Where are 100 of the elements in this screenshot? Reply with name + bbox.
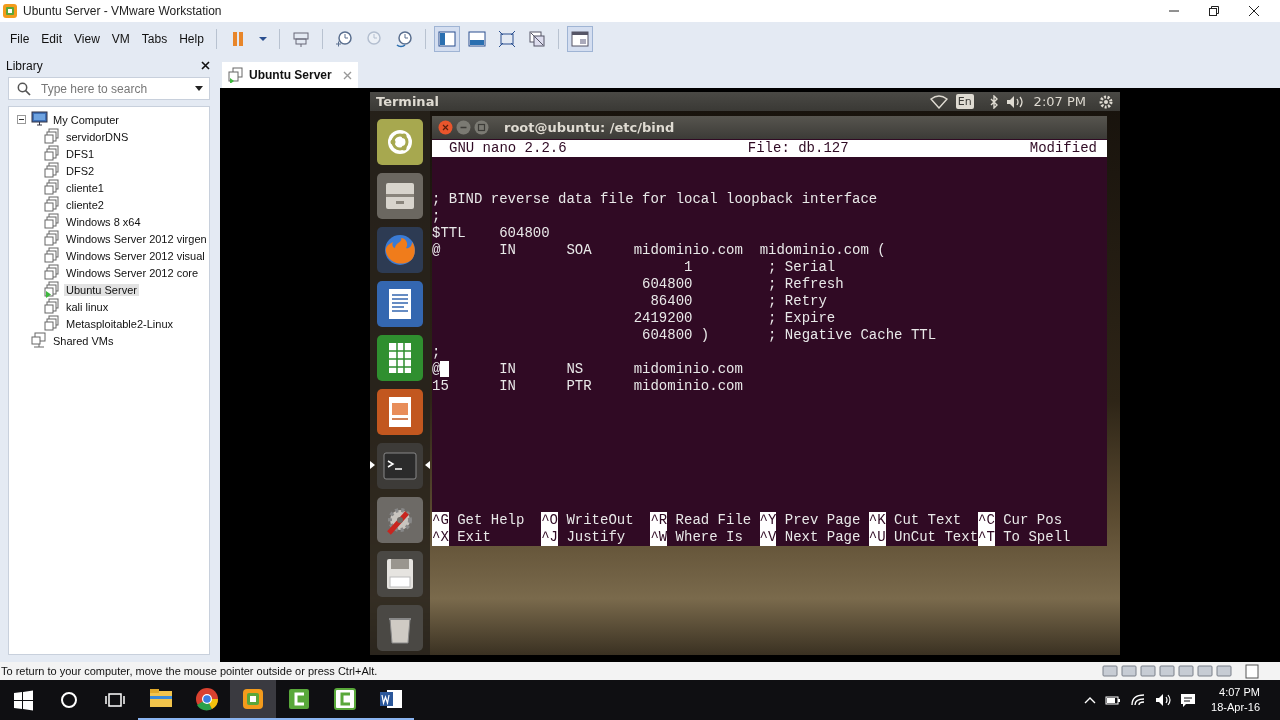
chevron-up-icon[interactable]	[1084, 696, 1097, 704]
time-text: 4:07 PM	[1219, 685, 1260, 700]
tree-item[interactable]: Windows Server 2012 visual	[64, 249, 207, 262]
code-line: $TTL 604800	[432, 225, 551, 242]
tree-item[interactable]: servidorDNS	[64, 130, 131, 143]
library-view-icon	[436, 28, 457, 49]
terminal-launcher-icon	[377, 443, 423, 489]
shortcut-key: ^G	[432, 512, 449, 529]
code-line: @ IN NS midominio.com	[432, 361, 744, 378]
nano-version: GNU nano 2.2.6	[449, 140, 567, 157]
code-line: 604800 ) ; Negative Cache TTL	[641, 327, 938, 344]
notification-icon[interactable]	[1180, 692, 1197, 708]
shortcut-key: ^X	[432, 529, 449, 546]
shortcut-key: ^U	[868, 529, 886, 546]
snapshot-manager-icon	[393, 28, 414, 49]
menu-item[interactable]: Tabs	[135, 31, 174, 46]
window-title: Ubuntu Server - VMware Workstation	[23, 4, 223, 18]
tree-item[interactable]: DFS1	[64, 147, 97, 160]
shortcut-label: To Spell	[1003, 529, 1071, 546]
shortcut-key: ^R	[650, 512, 668, 529]
shortcut-label: Cut Text	[894, 512, 962, 529]
tree-item[interactable]: Windows 8 x64	[64, 215, 143, 228]
collapse-icon[interactable]	[17, 115, 26, 124]
tree-item[interactable]: cliente1	[64, 181, 106, 194]
status-message: To return to your computer, move the mouse pointer outside or press Ctrl+Alt.	[1, 665, 378, 677]
shortcut-key: ^O	[541, 512, 558, 529]
shortcut-key: ^V	[759, 529, 777, 546]
tree-item[interactable]: Windows Server 2012 core	[64, 266, 201, 279]
volume-icon[interactable]	[1005, 94, 1024, 109]
shortcut-label: Where Is	[675, 529, 743, 546]
terminal-title: root@ubuntu: /etc/bind	[504, 120, 675, 135]
files-launcher-icon	[377, 173, 423, 219]
volume-icon[interactable]	[1155, 693, 1172, 707]
library-view-button[interactable]	[433, 25, 460, 52]
shortcut-key: ^Y	[759, 512, 777, 529]
fullscreen-icon	[496, 28, 517, 49]
date-text: 18-Apr-16	[1211, 700, 1260, 715]
shortcut-label: Justify	[566, 529, 626, 546]
shortcut-key: ^T	[978, 529, 995, 546]
file-name: File: db.127	[747, 140, 849, 157]
restore-icon[interactable]	[1208, 5, 1220, 17]
bluetooth-icon[interactable]	[988, 94, 999, 109]
search-field[interactable]: Type here to search	[8, 77, 210, 100]
code-line: ; BIND reverse data file for local loopback interface	[432, 191, 879, 208]
clock[interactable]: 2:07 PM	[1033, 94, 1086, 109]
computer-icon	[31, 111, 48, 128]
menu-item[interactable]: VM	[105, 31, 136, 46]
tree-item[interactable]: My Computer	[51, 113, 122, 126]
vm-tab[interactable]: Ubuntu Server	[222, 62, 358, 88]
calc-launcher-icon	[377, 335, 423, 381]
minimize-icon[interactable]	[456, 120, 471, 135]
tree-item[interactable]: Shared VMs	[51, 334, 116, 347]
tree-item[interactable]: Windows Server 2012 virgen	[64, 232, 209, 245]
shortcut-label: Next Page	[784, 529, 861, 546]
shortcut-key: ^K	[868, 512, 886, 529]
shortcut-label: UnCut Text	[894, 529, 979, 546]
maximize-icon[interactable]	[474, 120, 489, 135]
shortcut-label: Prev Page	[784, 512, 861, 529]
dropdown-caret-icon[interactable]	[195, 86, 203, 91]
menu-item[interactable]: View	[68, 31, 106, 46]
app-title: Terminal	[376, 94, 440, 109]
close-icon[interactable]	[1248, 5, 1260, 17]
settings-icon[interactable]	[1098, 93, 1114, 110]
keyboard-layout-indicator[interactable]: En	[955, 94, 974, 109]
tree-item[interactable]: Ubuntu Server	[64, 283, 139, 296]
shortcut-label: Cur Pos	[1003, 512, 1063, 529]
wifi-icon[interactable]	[1130, 693, 1147, 707]
console-view-button[interactable]	[566, 25, 593, 52]
menu-item[interactable]: Help	[173, 31, 210, 46]
windows-start-icon[interactable]	[11, 688, 35, 712]
snapshot-take-icon	[333, 28, 354, 49]
trash-launcher-icon	[377, 605, 423, 651]
impress-launcher-icon	[377, 389, 423, 435]
tree-item[interactable]: kali linux	[64, 300, 111, 313]
tree-item[interactable]: DFS2	[64, 164, 97, 177]
menu-item[interactable]: File	[4, 31, 36, 46]
tree-item[interactable]: Metasploitable2-Linux	[64, 317, 175, 330]
caret-icon	[258, 36, 267, 41]
shortcut-label: Exit	[457, 529, 491, 546]
clock[interactable]: 4:07 PM 18-Apr-16	[1211, 685, 1260, 715]
code-line: 86400 ; Retry	[649, 293, 828, 310]
shared-icon	[31, 332, 48, 349]
tree-item[interactable]: cliente2	[64, 198, 106, 211]
close-icon[interactable]	[201, 61, 210, 70]
unity-icon	[526, 28, 547, 49]
search-icon	[17, 82, 31, 96]
shortcut-key: ^W	[650, 529, 668, 546]
shortcut-label: Get Help	[457, 512, 525, 529]
code-line: ;	[432, 208, 442, 225]
modified-status: Modified	[1029, 140, 1097, 157]
wifi-icon[interactable]	[929, 94, 948, 109]
code-line: 604800 ; Refresh	[641, 276, 845, 293]
ubuntu-launcher-icon	[377, 119, 423, 165]
menu-item[interactable]: Edit	[35, 31, 69, 46]
active-indicator-icon	[425, 461, 430, 469]
panel-title: Library	[6, 58, 43, 73]
shortcut-key: ^C	[978, 512, 995, 529]
code-line: 2419200 ; Expire	[632, 310, 837, 327]
vm-icon	[228, 67, 244, 83]
active-indicator-icon	[370, 461, 375, 469]
